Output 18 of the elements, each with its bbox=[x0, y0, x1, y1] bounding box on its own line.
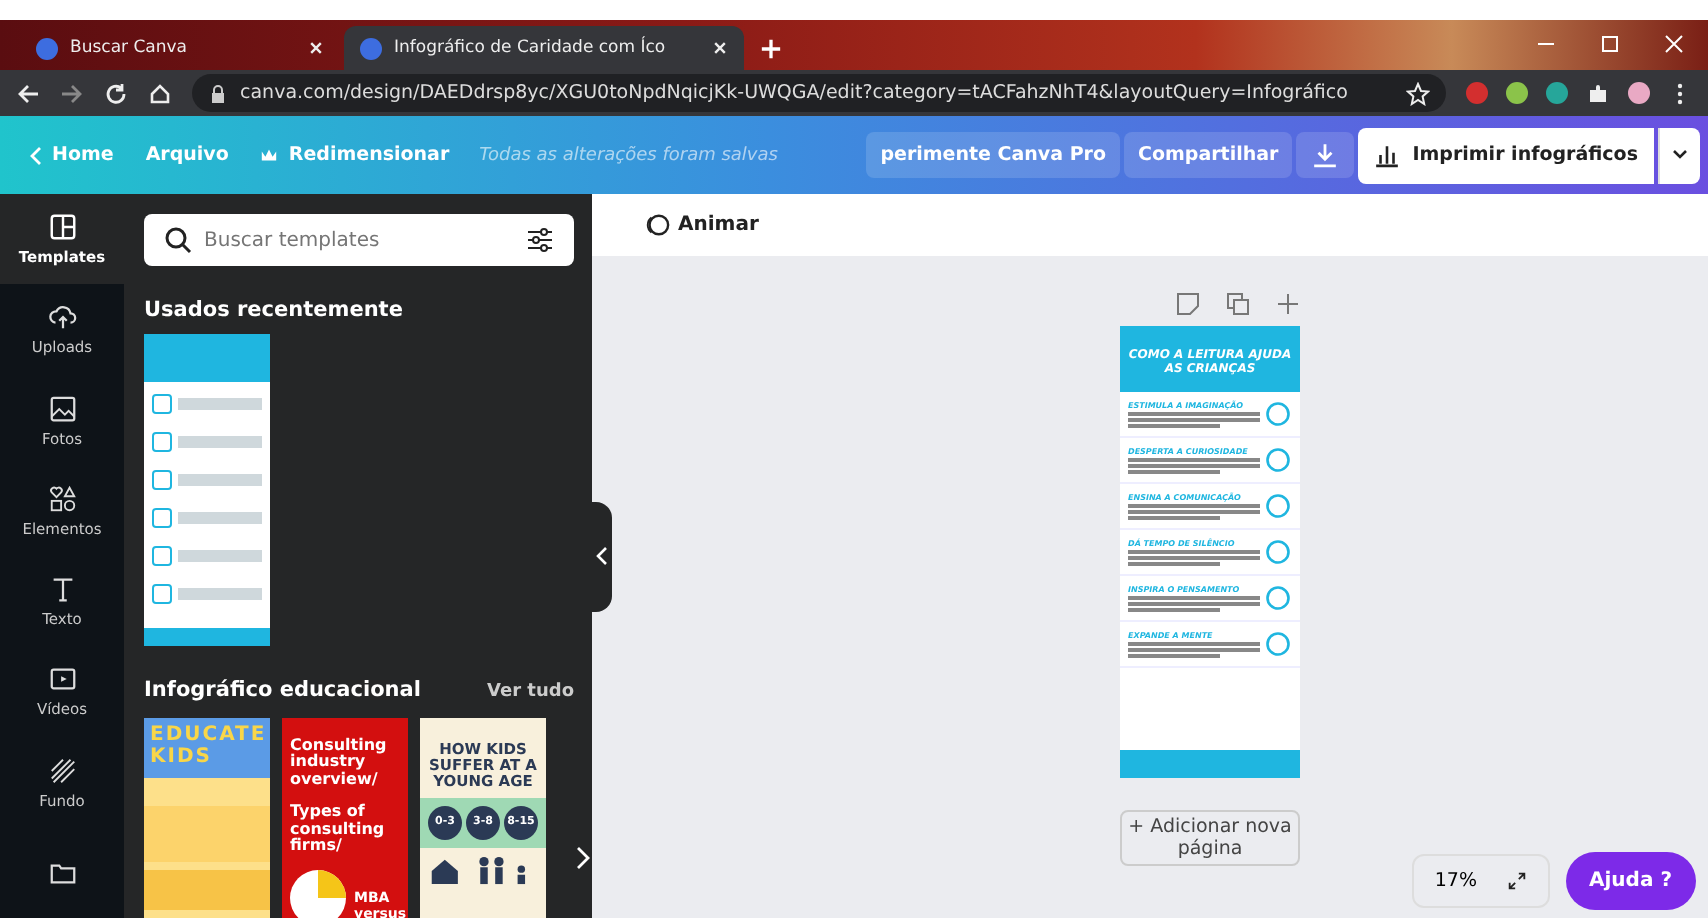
section-title: Infográfico educacional bbox=[144, 678, 421, 702]
tab-title: Infográfico de Caridade com Íco bbox=[394, 38, 668, 58]
zoom-level[interactable]: 17% bbox=[1434, 870, 1478, 892]
print-button[interactable]: Imprimir infográficos bbox=[1358, 127, 1654, 183]
see-all-link[interactable]: Ver tudo bbox=[487, 682, 574, 702]
add-page-button[interactable]: + Adicionar nova página bbox=[1120, 810, 1300, 866]
thumbnail-heading: Types of consulting firms/ bbox=[290, 804, 387, 855]
animate-button[interactable]: Animar bbox=[632, 210, 771, 240]
thumbnail-title: Consulting industry overview/ bbox=[290, 738, 389, 789]
browser-tab[interactable]: Buscar Canva bbox=[20, 26, 340, 70]
thumbnail-title: EDUCATE KIDS bbox=[150, 726, 267, 768]
help-button[interactable]: Ajuda ? bbox=[1565, 852, 1696, 910]
search-field[interactable]: Buscar templates bbox=[144, 214, 574, 266]
save-status: Todas as alterações foram salvas bbox=[479, 145, 778, 165]
section-title: Usados recentemente bbox=[144, 298, 403, 322]
address-bar[interactable]: canva.com/design/DAEDdrsp8yc/XGU0toNpdNqicjKk-UWQGA/edit?category=tACFahzNhT4&layoutQuery=Infográfico bbox=[192, 74, 1446, 112]
browser-tab[interactable]: Infográfico de Caridade com Íco bbox=[344, 26, 744, 70]
tab-title: Buscar Canva bbox=[70, 38, 189, 58]
